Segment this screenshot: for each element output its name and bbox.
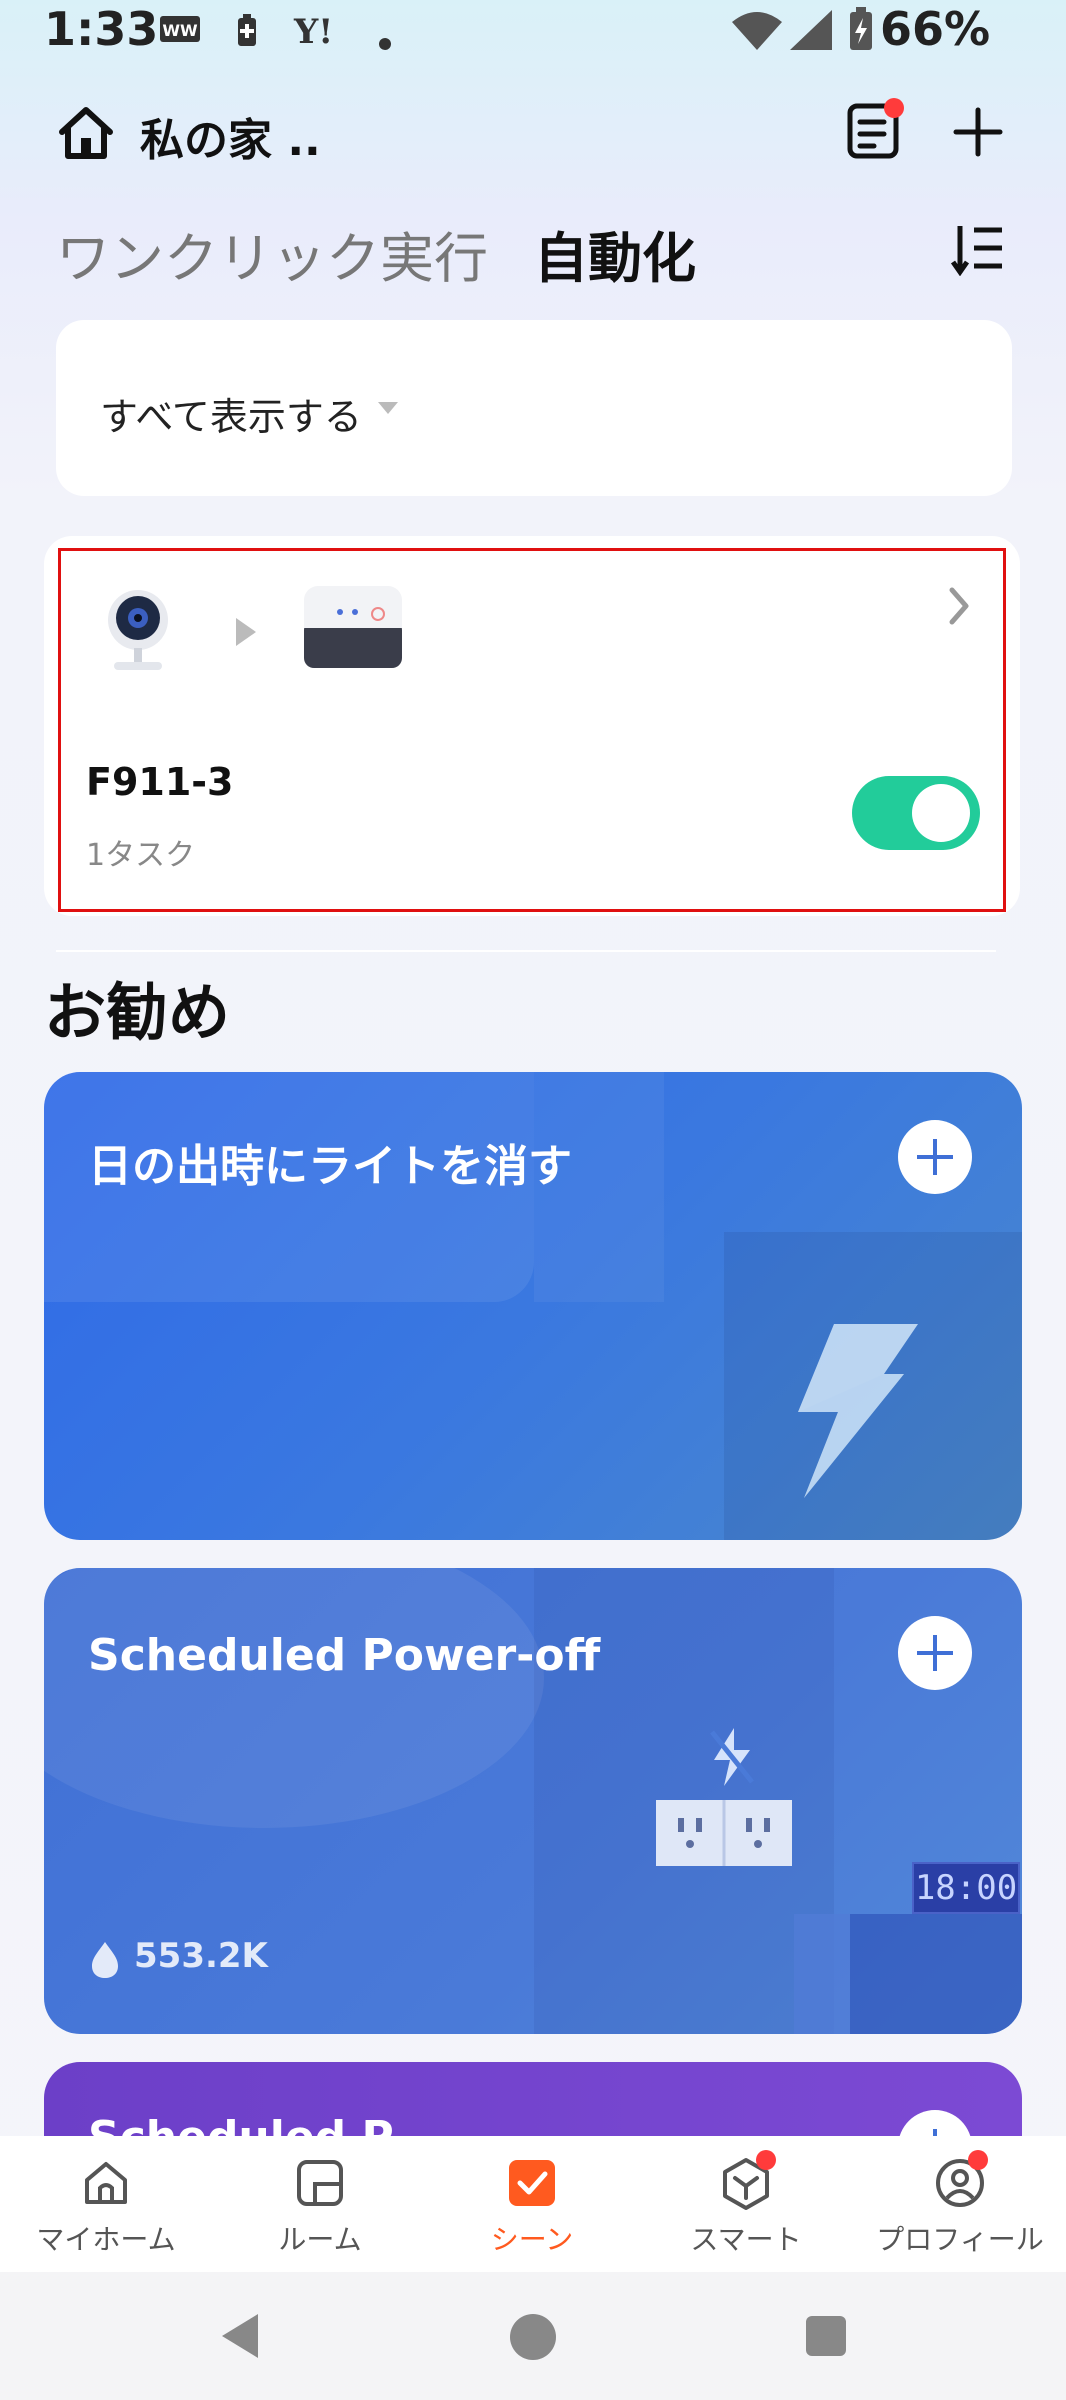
ww-icon: WW (158, 12, 202, 55)
card-decoration (794, 1914, 850, 2034)
usage-count: 553.2K (134, 1936, 268, 1976)
automation-name: F911-3 (86, 760, 234, 804)
power-strip-icon (656, 1800, 792, 1866)
clock-display: 18:00 (912, 1862, 1020, 1914)
add-circle-icon[interactable] (898, 1616, 972, 1690)
nav-item-room[interactable]: ルーム (220, 2148, 420, 2268)
battery-saver-icon (236, 12, 258, 57)
wifi-icon (730, 8, 784, 61)
add-button[interactable] (950, 104, 1006, 160)
flame-icon (90, 1940, 120, 1980)
divider (56, 950, 996, 952)
home-button-icon[interactable] (510, 2314, 556, 2360)
tab-one-click[interactable]: ワンクリック実行 (56, 214, 488, 293)
lightning-icon (794, 1322, 924, 1502)
add-circle-icon[interactable] (898, 1120, 972, 1194)
arrow-right-icon (236, 618, 256, 646)
home-icon[interactable] (56, 104, 116, 162)
nav-item-my-home[interactable]: マイホーム (6, 2148, 206, 2268)
caret-down-icon (378, 402, 398, 414)
card-decoration (44, 1568, 544, 1828)
yahoo-icon: Y! (294, 12, 334, 52)
battery-level: 66% (880, 2, 991, 56)
notification-badge (884, 98, 904, 118)
hub-device-icon (300, 582, 406, 672)
battery-charging-icon (848, 6, 874, 61)
scene-check-icon (505, 2156, 559, 2210)
recommend-card-title: 日の出時にライトを消す (88, 1141, 572, 1192)
home-outline-icon (79, 2156, 133, 2210)
filter-dropdown[interactable]: すべて表示する (100, 386, 362, 441)
nav-label: ルーム (278, 2223, 362, 2256)
room-icon (293, 2156, 347, 2210)
dot-icon (378, 20, 392, 60)
profile-badge (968, 2150, 988, 2170)
automation-task-count: 1タスク (86, 838, 196, 873)
recommend-card-title: Scheduled Power-off (88, 1630, 601, 1681)
nav-label: シーン (490, 2223, 574, 2256)
status-time: 1:33 (44, 2, 159, 56)
signal-icon (788, 8, 834, 61)
nav-item-scene[interactable]: シーン (432, 2148, 632, 2268)
status-bar: 1:33 WW Y! 66% (0, 0, 1066, 60)
power-off-bolt-icon (708, 1726, 756, 1788)
nav-label: プロフィール (876, 2223, 1044, 2256)
svg-text:WW: WW (162, 21, 198, 40)
tab-automation[interactable]: 自動化 (534, 214, 696, 293)
nav-label: スマート (690, 2223, 802, 2256)
nav-item-smart[interactable]: スマート (646, 2148, 846, 2268)
nav-item-profile[interactable]: プロフィール (860, 2148, 1060, 2268)
recents-icon[interactable] (806, 2316, 846, 2356)
chevron-right-icon[interactable] (944, 584, 974, 628)
sort-icon[interactable] (950, 222, 1006, 277)
toggle-knob (912, 784, 970, 842)
home-selector[interactable]: 私の家 .. (140, 104, 321, 168)
back-icon[interactable] (222, 2314, 258, 2358)
smart-badge (756, 2150, 776, 2170)
camera-device-icon (100, 584, 176, 676)
recommended-heading: お勧め (44, 976, 231, 1049)
highlight-box (58, 548, 1006, 912)
nav-label: マイホーム (36, 2223, 176, 2256)
